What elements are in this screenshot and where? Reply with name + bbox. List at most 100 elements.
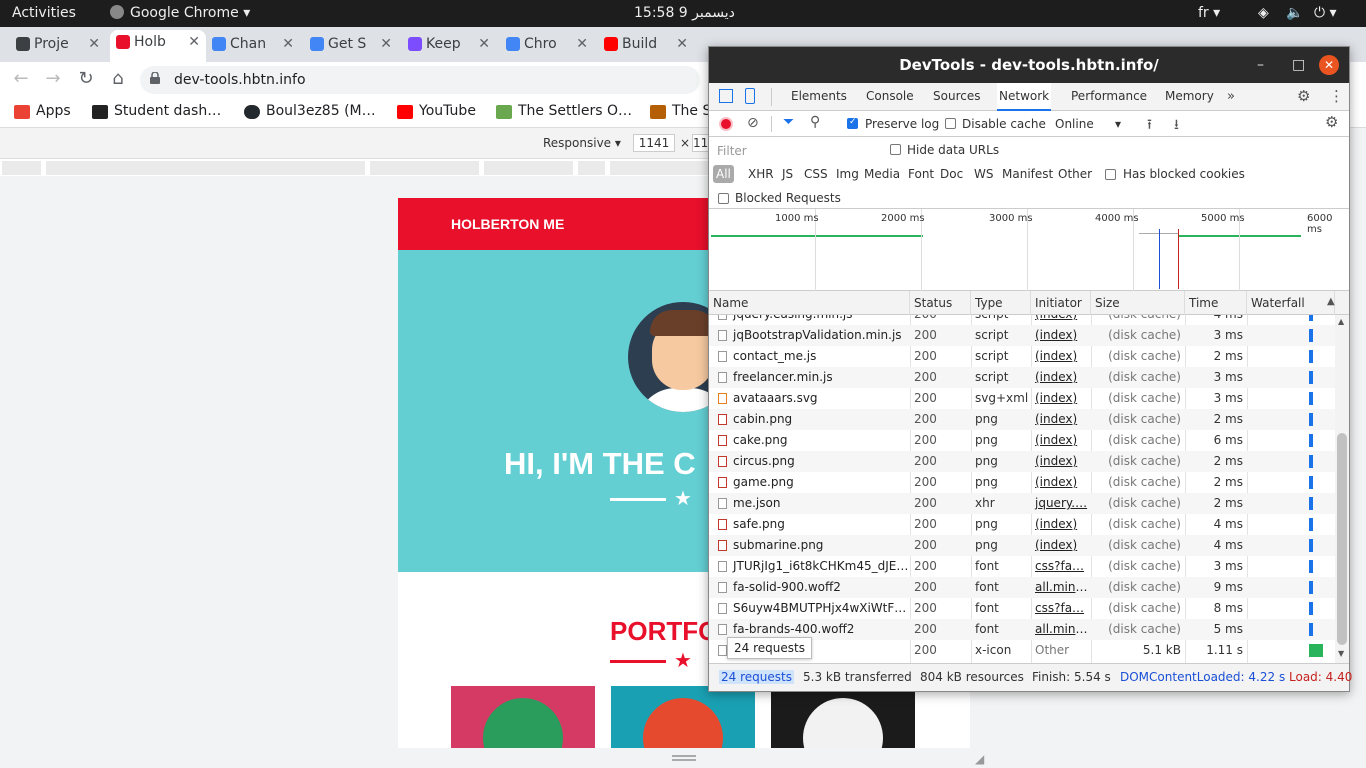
table-row[interactable]: safe.png 200 png (index) (disk cache) 4 ms bbox=[709, 514, 1335, 535]
address-bar[interactable]: dev-tools.hbtn.info bbox=[140, 66, 700, 94]
filter-css[interactable]: CSS bbox=[801, 165, 831, 183]
column-header-status[interactable]: Status bbox=[910, 291, 971, 315]
request-initiator[interactable]: (index) bbox=[1031, 315, 1091, 325]
network-overview-timeline[interactable]: 1000 ms 2000 ms 3000 ms 4000 ms 5000 ms 6000 … bbox=[709, 209, 1349, 291]
filter-ws[interactable]: WS bbox=[971, 165, 996, 183]
filter-media[interactable]: Media bbox=[861, 165, 903, 183]
scroll-down-icon[interactable]: ▼ bbox=[1338, 649, 1344, 658]
request-initiator[interactable]: (index) bbox=[1031, 346, 1091, 367]
table-row[interactable]: S6uyw4BMUTPHjx4wXiWtFC… 200 font css?fa… (di… bbox=[709, 598, 1335, 619]
close-tab-icon[interactable]: ✕ bbox=[88, 32, 100, 56]
browser-tab[interactable]: Holb ✕ bbox=[110, 30, 206, 62]
portfolio-card-circus[interactable] bbox=[771, 686, 915, 748]
language-indicator[interactable]: fr ▾ bbox=[1198, 5, 1220, 21]
close-icon[interactable]: ✕ bbox=[1319, 55, 1339, 75]
more-options-icon[interactable]: ⋮ bbox=[1329, 87, 1344, 105]
bookmark-item[interactable]: The Settlers O… bbox=[496, 103, 632, 119]
scroll-up-icon[interactable]: ▲ bbox=[1338, 317, 1344, 326]
export-har-icon[interactable]: ⭳ bbox=[1174, 114, 1179, 138]
activities-button[interactable]: Activities bbox=[12, 5, 76, 21]
browser-tab[interactable]: Get S ✕ bbox=[304, 32, 398, 62]
portfolio-card-cake[interactable] bbox=[611, 686, 755, 748]
clock[interactable]: 15:58 9 ديسمبر bbox=[634, 5, 735, 21]
browser-tab[interactable]: Chro ✕ bbox=[500, 32, 594, 62]
table-row[interactable]: cabin.png 200 png (index) (disk cache) 2 ms bbox=[709, 409, 1335, 430]
search-icon[interactable]: ⚲ bbox=[810, 114, 820, 130]
tab-elements[interactable]: Elements bbox=[789, 83, 849, 111]
column-header-type[interactable]: Type bbox=[971, 291, 1031, 315]
tab-sources[interactable]: Sources bbox=[931, 83, 982, 111]
request-initiator[interactable]: Other bbox=[1031, 640, 1091, 661]
request-initiator[interactable]: all.min.… bbox=[1031, 619, 1091, 640]
request-initiator[interactable]: (index) bbox=[1031, 514, 1091, 535]
device-mode-icon[interactable] bbox=[745, 88, 755, 104]
network-settings-icon[interactable]: ⚙ bbox=[1325, 113, 1338, 131]
record-button[interactable] bbox=[719, 117, 733, 131]
reload-button[interactable]: ↻ bbox=[75, 68, 97, 90]
table-row[interactable]: jquery.easing.min.js200script(index)(dis… bbox=[709, 315, 1335, 325]
hide-data-urls-checkbox[interactable] bbox=[890, 144, 901, 155]
request-initiator[interactable]: (index) bbox=[1031, 367, 1091, 388]
filter-manifest[interactable]: Manifest bbox=[999, 165, 1056, 183]
more-tabs-icon[interactable]: » bbox=[1227, 89, 1235, 104]
devtools-titlebar[interactable]: DevTools - dev-tools.hbtn.info/ – □ ✕ bbox=[709, 47, 1349, 83]
request-initiator[interactable]: css?fa… bbox=[1031, 556, 1091, 577]
table-row[interactable]: avataaars.svg 200 svg+xml (index) (disk cach… bbox=[709, 388, 1335, 409]
filter-input[interactable]: Filter bbox=[713, 141, 877, 161]
clear-icon[interactable]: ⊘ bbox=[747, 115, 759, 131]
table-row[interactable]: contact_me.js 200 script (index) (disk cache… bbox=[709, 346, 1335, 367]
request-initiator[interactable]: (index) bbox=[1031, 388, 1091, 409]
table-row[interactable]: fa-solid-900.woff2 200 font all.min.… (disk … bbox=[709, 577, 1335, 598]
bookmark-item[interactable]: Boul3ez85 (M… bbox=[244, 103, 376, 119]
filter-icon[interactable]: ⏷ bbox=[783, 114, 794, 130]
table-row[interactable]: circus.png 200 png (index) (disk cache) 2 ms bbox=[709, 451, 1335, 472]
resize-corner-icon[interactable]: ◢ bbox=[975, 752, 984, 766]
minimize-icon[interactable]: – bbox=[1257, 47, 1264, 83]
filter-other[interactable]: Other bbox=[1055, 165, 1095, 183]
tab-console[interactable]: Console bbox=[864, 83, 916, 111]
tab-network[interactable]: Network bbox=[997, 83, 1052, 111]
resize-handle[interactable] bbox=[672, 755, 696, 761]
filter-doc[interactable]: Doc bbox=[937, 165, 966, 183]
table-row[interactable]: submarine.png 200 png (index) (disk cache) 4 … bbox=[709, 535, 1335, 556]
volume-icon[interactable]: 🔈 bbox=[1286, 5, 1303, 21]
bookmark-item[interactable]: The S bbox=[650, 103, 711, 119]
close-tab-icon[interactable]: ✕ bbox=[676, 32, 688, 56]
back-button[interactable]: ← bbox=[10, 68, 32, 90]
filter-xhr[interactable]: XHR bbox=[745, 165, 777, 183]
close-tab-icon[interactable]: ✕ bbox=[282, 32, 294, 56]
table-row[interactable]: jqBootstrapValidation.min.js 200 script (in… bbox=[709, 325, 1335, 346]
column-header-size[interactable]: Size bbox=[1091, 291, 1185, 315]
scrollbar-thumb[interactable] bbox=[1337, 433, 1347, 645]
request-initiator[interactable]: (index) bbox=[1031, 409, 1091, 430]
close-tab-icon[interactable]: ✕ bbox=[576, 32, 588, 56]
home-button[interactable]: ⌂ bbox=[107, 68, 129, 90]
close-tab-icon[interactable]: ✕ bbox=[478, 32, 490, 56]
inspect-element-icon[interactable] bbox=[719, 89, 733, 103]
wifi-icon[interactable]: ◈ bbox=[1258, 5, 1269, 21]
close-tab-icon[interactable]: ✕ bbox=[188, 30, 200, 54]
throttling-dropdown[interactable]: Online ▾ bbox=[1055, 115, 1125, 133]
has-blocked-cookies-checkbox[interactable] bbox=[1105, 169, 1116, 180]
settings-gear-icon[interactable]: ⚙ bbox=[1297, 87, 1310, 105]
column-header-name[interactable]: Name bbox=[709, 291, 910, 315]
responsive-dropdown[interactable]: Responsive ▾ bbox=[543, 136, 621, 150]
column-header-time[interactable]: Time bbox=[1185, 291, 1247, 315]
filter-all[interactable]: All bbox=[713, 165, 734, 183]
app-menu[interactable]: Google Chrome ▾ bbox=[110, 5, 250, 21]
filter-js[interactable]: JS bbox=[779, 165, 796, 183]
request-initiator[interactable]: jquery.… bbox=[1031, 493, 1091, 514]
disable-cache-checkbox[interactable] bbox=[945, 118, 956, 129]
request-initiator[interactable]: css?fa… bbox=[1031, 598, 1091, 619]
filter-font[interactable]: Font bbox=[905, 165, 937, 183]
sort-ascending-icon[interactable]: ▲ bbox=[1327, 296, 1335, 307]
device-width-input[interactable]: 1141 bbox=[633, 134, 675, 152]
maximize-icon[interactable]: □ bbox=[1292, 47, 1305, 83]
tab-performance[interactable]: Performance bbox=[1069, 83, 1149, 111]
table-row[interactable]: JTURjIg1_i6t8kCHKm45_dJE… 200 font css?fa… (… bbox=[709, 556, 1335, 577]
forward-button[interactable]: → bbox=[42, 68, 64, 90]
browser-tab[interactable]: Proje ✕ bbox=[10, 32, 106, 62]
power-icon[interactable]: ⏻ ▾ bbox=[1314, 5, 1337, 21]
request-initiator[interactable]: (index) bbox=[1031, 472, 1091, 493]
request-initiator[interactable]: (index) bbox=[1031, 535, 1091, 556]
